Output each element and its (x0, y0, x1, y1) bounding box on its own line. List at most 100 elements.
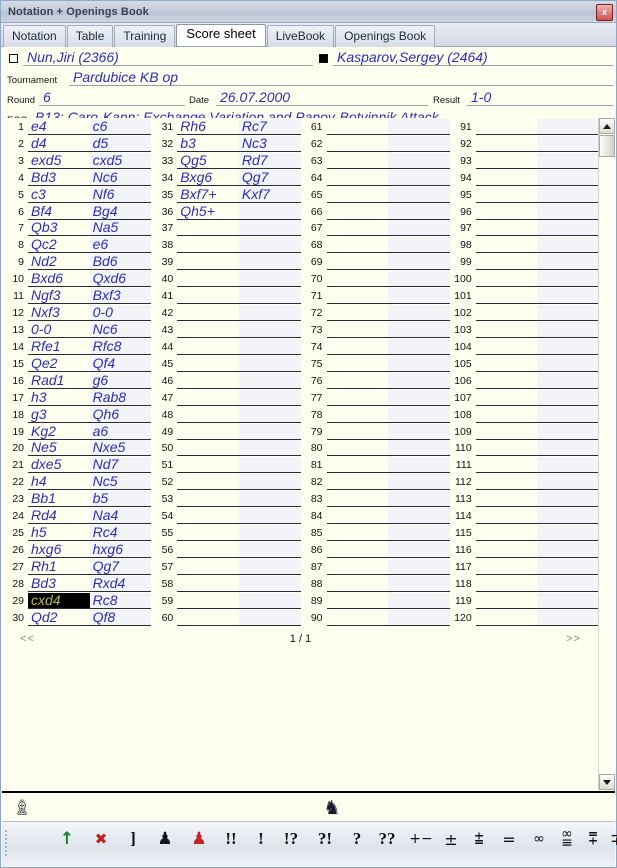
white-move-cell[interactable] (326, 355, 389, 372)
tab-table[interactable]: Table (66, 25, 114, 47)
black-move-cell[interactable] (537, 186, 599, 203)
scrollbar-thumb[interactable] (599, 135, 615, 157)
white-move-cell[interactable]: exd5 (28, 152, 90, 169)
scroll-down-icon[interactable] (599, 774, 615, 790)
black-move-cell[interactable] (537, 355, 599, 372)
white-move-cell[interactable]: h5 (28, 525, 90, 542)
equal-position-symbol[interactable]: = (498, 826, 520, 852)
white-move-cell[interactable]: Ne5 (28, 440, 90, 457)
white-move-cell[interactable] (326, 220, 389, 237)
black-move-cell[interactable] (388, 355, 450, 372)
white-move-cell[interactable] (177, 609, 239, 626)
white-move-cell[interactable] (326, 423, 389, 440)
white-move-cell[interactable] (177, 271, 239, 288)
blunder-move-symbol[interactable]: ?? (374, 826, 400, 852)
black-move-cell[interactable] (537, 338, 599, 355)
unclear-position-symbol[interactable]: ∞ (528, 826, 550, 852)
black-move-cell[interactable]: Rc8 (89, 592, 152, 609)
black-move-cell[interactable]: e6 (89, 237, 152, 254)
black-move-cell[interactable] (238, 508, 301, 525)
black-move-cell[interactable] (537, 220, 599, 237)
white-move-cell[interactable]: Rh1 (28, 558, 90, 575)
white-move-cell[interactable] (177, 372, 239, 389)
tournament-value[interactable]: Pardubice KB op (73, 69, 178, 85)
black-move-cell[interactable] (388, 508, 450, 525)
white-move-cell[interactable] (177, 541, 239, 558)
white-move-cell[interactable] (475, 254, 538, 271)
white-move-cell[interactable]: Bb1 (28, 491, 90, 508)
white-move-cell[interactable]: h4 (28, 474, 90, 491)
black-move-cell[interactable] (388, 338, 450, 355)
white-move-cell[interactable] (177, 321, 239, 338)
black-move-cell[interactable] (238, 372, 301, 389)
white-move-cell[interactable] (326, 491, 389, 508)
black-move-cell[interactable]: Nc6 (89, 321, 152, 338)
black-move-cell[interactable]: Qg7 (238, 169, 301, 186)
white-move-cell[interactable] (177, 355, 239, 372)
white-move-cell[interactable] (177, 474, 239, 491)
white-move-cell[interactable] (326, 203, 389, 220)
white-move-cell[interactable] (326, 169, 389, 186)
vertical-scrollbar[interactable] (598, 118, 615, 790)
black-pawn-icon[interactable]: ♟ (154, 826, 176, 852)
black-move-cell[interactable] (388, 220, 450, 237)
white-move-cell[interactable] (475, 338, 538, 355)
white-bishop-icon[interactable]: ♗ (10, 796, 34, 820)
black-move-cell[interactable] (537, 558, 599, 575)
white-move-cell[interactable] (475, 474, 538, 491)
black-move-cell[interactable] (537, 135, 599, 152)
white-move-cell[interactable]: c3 (28, 186, 90, 203)
black-move-cell[interactable]: Rc4 (89, 525, 152, 542)
black-move-cell[interactable]: Bg4 (89, 203, 152, 220)
black-move-cell[interactable] (537, 406, 599, 423)
black-move-cell[interactable] (537, 389, 599, 406)
black-slight-advantage-symbol[interactable]: ⩱ (582, 826, 604, 852)
black-move-cell[interactable] (537, 169, 599, 186)
black-move-cell[interactable]: Qg7 (89, 558, 152, 575)
white-move-cell[interactable] (475, 609, 538, 626)
red-crossed-out-icon[interactable]: ✖ (90, 826, 112, 852)
black-move-cell[interactable] (388, 609, 450, 626)
white-move-cell[interactable] (326, 525, 389, 542)
black-move-cell[interactable] (238, 440, 301, 457)
tab-livebook[interactable]: LiveBook (266, 25, 335, 47)
black-move-cell[interactable]: Qxd6 (89, 271, 152, 288)
white-move-cell[interactable] (326, 609, 389, 626)
white-move-cell[interactable]: Rfe1 (28, 338, 90, 355)
white-move-cell[interactable] (326, 305, 389, 322)
black-move-cell[interactable]: Rc7 (238, 118, 301, 135)
white-move-cell[interactable]: 0-0 (28, 321, 90, 338)
white-move-cell[interactable] (475, 592, 538, 609)
black-move-cell[interactable] (238, 271, 301, 288)
black-move-cell[interactable] (537, 609, 599, 626)
black-move-cell[interactable] (537, 118, 599, 135)
white-move-cell[interactable] (475, 440, 538, 457)
white-player-name[interactable]: Nun,Jiri (2366) (27, 49, 119, 65)
black-move-cell[interactable] (388, 237, 450, 254)
white-move-cell[interactable] (475, 558, 538, 575)
black-move-cell[interactable]: Na5 (89, 220, 152, 237)
white-move-cell[interactable] (326, 508, 389, 525)
tab-openings-book[interactable]: Openings Book (335, 25, 436, 47)
black-move-cell[interactable] (238, 423, 301, 440)
white-move-cell[interactable] (475, 237, 538, 254)
white-move-cell[interactable] (177, 440, 239, 457)
white-move-cell[interactable] (475, 423, 538, 440)
brilliant-move-symbol[interactable]: !! (220, 826, 242, 852)
white-move-cell[interactable]: Qg5 (177, 152, 239, 169)
white-move-cell[interactable]: g3 (28, 406, 90, 423)
black-move-cell[interactable] (238, 203, 301, 220)
white-move-cell[interactable]: Qh5+ (177, 203, 239, 220)
black-move-cell[interactable] (238, 592, 301, 609)
black-move-cell[interactable]: Nc6 (89, 169, 152, 186)
white-move-cell[interactable]: b3 (177, 135, 239, 152)
black-move-cell[interactable] (388, 406, 450, 423)
black-move-cell[interactable] (238, 457, 301, 474)
white-move-cell[interactable] (475, 118, 538, 135)
white-move-cell[interactable] (475, 525, 538, 542)
white-move-cell[interactable]: Bxg6 (177, 169, 239, 186)
black-move-cell[interactable]: c6 (89, 118, 152, 135)
black-move-cell[interactable]: Rfc8 (89, 338, 152, 355)
red-pawn-icon[interactable]: ♟ (188, 826, 210, 852)
black-clear-advantage-symbol[interactable]: ∓ (606, 826, 617, 852)
